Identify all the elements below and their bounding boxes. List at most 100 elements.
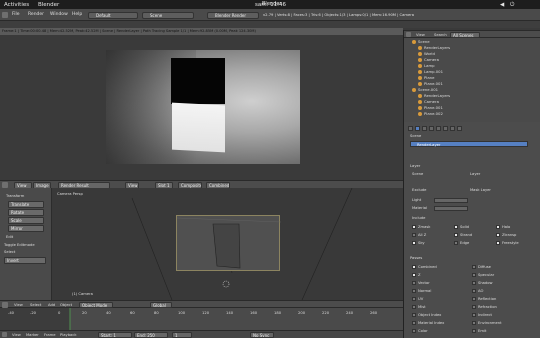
checkbox[interactable] [496,233,500,237]
menu-playback[interactable]: Playback [60,333,76,337]
checkbox[interactable] [412,265,416,269]
outliner-item[interactable]: Camera [424,57,439,62]
menu-select[interactable]: Select [30,303,41,307]
checkbox[interactable] [472,329,476,333]
checkbox[interactable] [412,313,416,317]
light-override-field[interactable] [434,198,468,203]
checkbox[interactable] [412,305,416,309]
editor-type-icon[interactable] [406,32,411,37]
world-tab-icon[interactable] [429,126,434,131]
activities-button[interactable]: Activities [4,2,29,8]
menu-file[interactable]: File [12,12,20,17]
mode-selector[interactable]: Object Mode [79,301,113,308]
checkbox[interactable] [412,289,416,293]
tick-8: 100 [178,311,186,315]
editor-type-icon[interactable] [2,12,8,18]
checkbox[interactable] [454,241,458,245]
menu-help[interactable]: Help [72,12,82,17]
menu-view[interactable]: View [416,33,425,37]
pass-item: Material Index [418,321,445,325]
outliner-item[interactable]: Lamp [424,63,435,68]
outliner-item[interactable]: Plane [424,75,434,80]
outliner-item[interactable]: RenderLayers [424,93,450,98]
editor-type-icon[interactable] [2,331,7,337]
checkbox[interactable] [412,297,416,301]
outliner-item[interactable]: Camera [424,99,439,104]
checkbox[interactable] [496,241,500,245]
outliner-item[interactable]: Plane.001 [424,105,443,110]
outliner-item[interactable]: Scene.001 [418,87,438,92]
checkbox[interactable] [412,281,416,285]
pivot-selector[interactable]: Global [150,301,172,308]
checkbox[interactable] [412,225,416,229]
checkbox[interactable] [412,273,416,277]
scene-selector[interactable]: Scene [142,11,194,19]
mask-layer-label: Mask Layer [470,188,491,192]
outliner-header: View Search All Scenes [404,30,540,38]
end-frame-field[interactable]: End: 250 [134,331,168,338]
modifiers-tab-icon[interactable] [450,126,455,131]
checkbox[interactable] [412,321,416,325]
checkbox[interactable] [412,329,416,333]
checkbox[interactable] [496,225,500,229]
app-menu[interactable]: Blender [38,2,59,8]
constraints-tab-icon[interactable] [443,126,448,131]
checkbox[interactable] [472,321,476,325]
mirror-button[interactable]: Mirror [8,225,44,232]
include-item: All Z [418,233,427,237]
checkbox[interactable] [412,233,416,237]
menu-window[interactable]: Window [50,12,68,17]
menu-object[interactable]: Object [60,303,72,307]
tick-5: 40 [106,311,111,315]
outliner-item[interactable]: Plane.001 [424,81,443,86]
scene-tab-icon[interactable] [422,126,427,131]
menu-frame[interactable]: Frame [44,333,56,337]
checkbox[interactable] [472,297,476,301]
outliner-item[interactable]: Plane.002 [424,111,443,116]
start-frame-field[interactable]: Start: 1 [98,331,132,338]
checkbox[interactable] [472,305,476,309]
menu-add[interactable]: Add [48,303,55,307]
checkbox[interactable] [454,225,458,229]
translate-button[interactable]: Translate [8,201,44,208]
checkbox[interactable] [472,313,476,317]
outliner-item[interactable]: World [424,51,435,56]
checkbox[interactable] [472,281,476,285]
invert-selector[interactable]: Invert [4,257,46,264]
menu-render[interactable]: Render [28,12,44,17]
outliner-item[interactable]: RenderLayers [424,45,450,50]
checkbox[interactable] [412,241,416,245]
window-strip [0,21,540,28]
menu-view[interactable]: View [12,333,21,337]
power-icon[interactable]: ⏻ [510,2,514,9]
material-tab-icon[interactable] [457,126,462,131]
render-tab-icon[interactable] [408,126,413,131]
sync-selector[interactable]: No Sync [250,331,274,338]
menu-view[interactable]: View [14,303,23,307]
checkbox[interactable] [472,289,476,293]
current-frame-field[interactable]: 1 [172,331,192,338]
volume-icon[interactable]: ◀ [500,2,504,8]
checkbox[interactable] [472,273,476,277]
menu-marker[interactable]: Marker [26,333,39,337]
passes-section-title[interactable]: Passes [410,256,422,260]
render-layers-tab-icon[interactable] [415,126,420,131]
pass-item: Diffuse [478,265,491,269]
checkbox[interactable] [454,233,458,237]
layer-section-title[interactable]: Layer [410,164,420,168]
filter-selector[interactable]: All Scenes [450,31,480,38]
rotate-button[interactable]: Rotate [8,209,44,216]
material-override-field[interactable] [434,206,468,211]
outliner-item[interactable]: Scene [418,39,430,44]
object-tab-icon[interactable] [436,126,441,131]
outliner-item[interactable]: Lamp.001 [424,69,443,74]
include-item: Solid [460,225,469,229]
render-layer-list-item[interactable]: RenderLayer [410,141,528,147]
menu-search[interactable]: Search [434,33,447,37]
scale-button[interactable]: Scale [8,217,44,224]
timeline[interactable]: -40 -20 0 20 40 60 80 100 120 140 160 18… [0,308,403,330]
checkbox[interactable] [472,265,476,269]
world-icon [418,52,422,56]
render-engine-selector[interactable]: Blender Render [207,11,259,19]
layout-selector[interactable]: Default [88,11,138,19]
